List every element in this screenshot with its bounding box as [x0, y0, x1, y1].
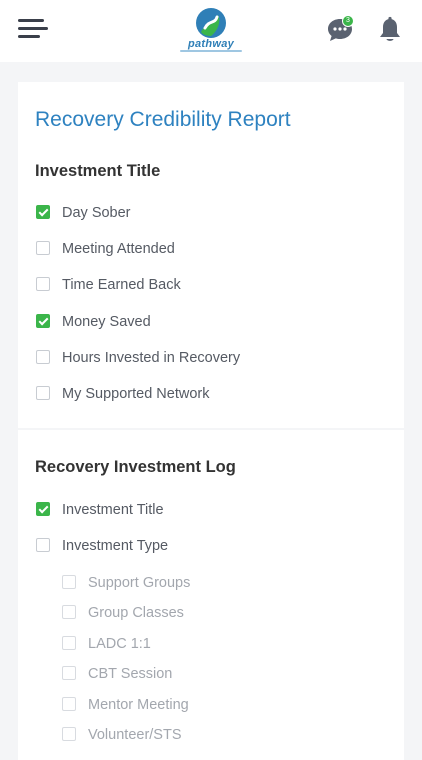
chat-badge: 3: [342, 15, 354, 27]
checkbox-label: Mentor Meeting: [88, 697, 189, 713]
checkbox-checked-icon[interactable]: [36, 314, 50, 328]
menu-icon[interactable]: [18, 19, 48, 39]
checkbox-label: LADC 1:1: [88, 636, 151, 652]
section-title-investment-log: Recovery Investment Log: [35, 458, 236, 476]
app-header: pathway 3: [0, 0, 422, 62]
checkbox-label: CBT Session: [88, 666, 173, 682]
checkbox-unchecked-icon[interactable]: [62, 636, 76, 650]
report-card: Recovery Credibility Report Investment T…: [18, 82, 404, 428]
checkbox-unchecked-icon[interactable]: [36, 350, 50, 364]
checkbox-unchecked-icon[interactable]: [36, 538, 50, 552]
checkbox-unchecked-icon[interactable]: [36, 277, 50, 291]
checkbox-unchecked-icon[interactable]: [62, 666, 76, 680]
checkbox-label: Day Sober: [62, 205, 131, 221]
section-title-investment: Investment Title: [35, 162, 161, 180]
checkbox-unchecked-icon[interactable]: [62, 727, 76, 741]
checkbox-unchecked-icon[interactable]: [62, 605, 76, 619]
checkbox-label: Time Earned Back: [62, 277, 181, 293]
logo-tagline: [180, 50, 242, 52]
checkbox-label: Support Groups: [88, 575, 191, 591]
page-title: Recovery Credibility Report: [35, 108, 291, 131]
checkbox-label: Investment Type: [62, 538, 169, 554]
checkbox-unchecked-icon[interactable]: [36, 241, 50, 255]
checkbox-label: Volunteer/STS: [88, 727, 182, 743]
checkbox-checked-icon[interactable]: [36, 502, 50, 516]
checkbox-unchecked-icon[interactable]: [62, 575, 76, 589]
logo-text: pathway: [187, 38, 235, 50]
checkbox-label: Meeting Attended: [62, 241, 175, 257]
checkbox-label: Investment Title: [62, 502, 164, 518]
checkbox-unchecked-icon[interactable]: [62, 697, 76, 711]
checkbox-unchecked-icon[interactable]: [36, 386, 50, 400]
checkbox-checked-icon[interactable]: [36, 205, 50, 219]
checkbox-label: Hours Invested in Recovery: [62, 350, 241, 366]
bell-icon[interactable]: [378, 16, 402, 44]
investment-log-card: Recovery Investment Log Investment Title…: [18, 430, 404, 760]
checkbox-label: Group Classes: [88, 605, 184, 621]
logo-mark-icon: [196, 8, 226, 38]
checkbox-label: My Supported Network: [62, 386, 210, 402]
pathway-logo: pathway: [180, 6, 242, 54]
checkbox-label: Money Saved: [62, 314, 151, 330]
